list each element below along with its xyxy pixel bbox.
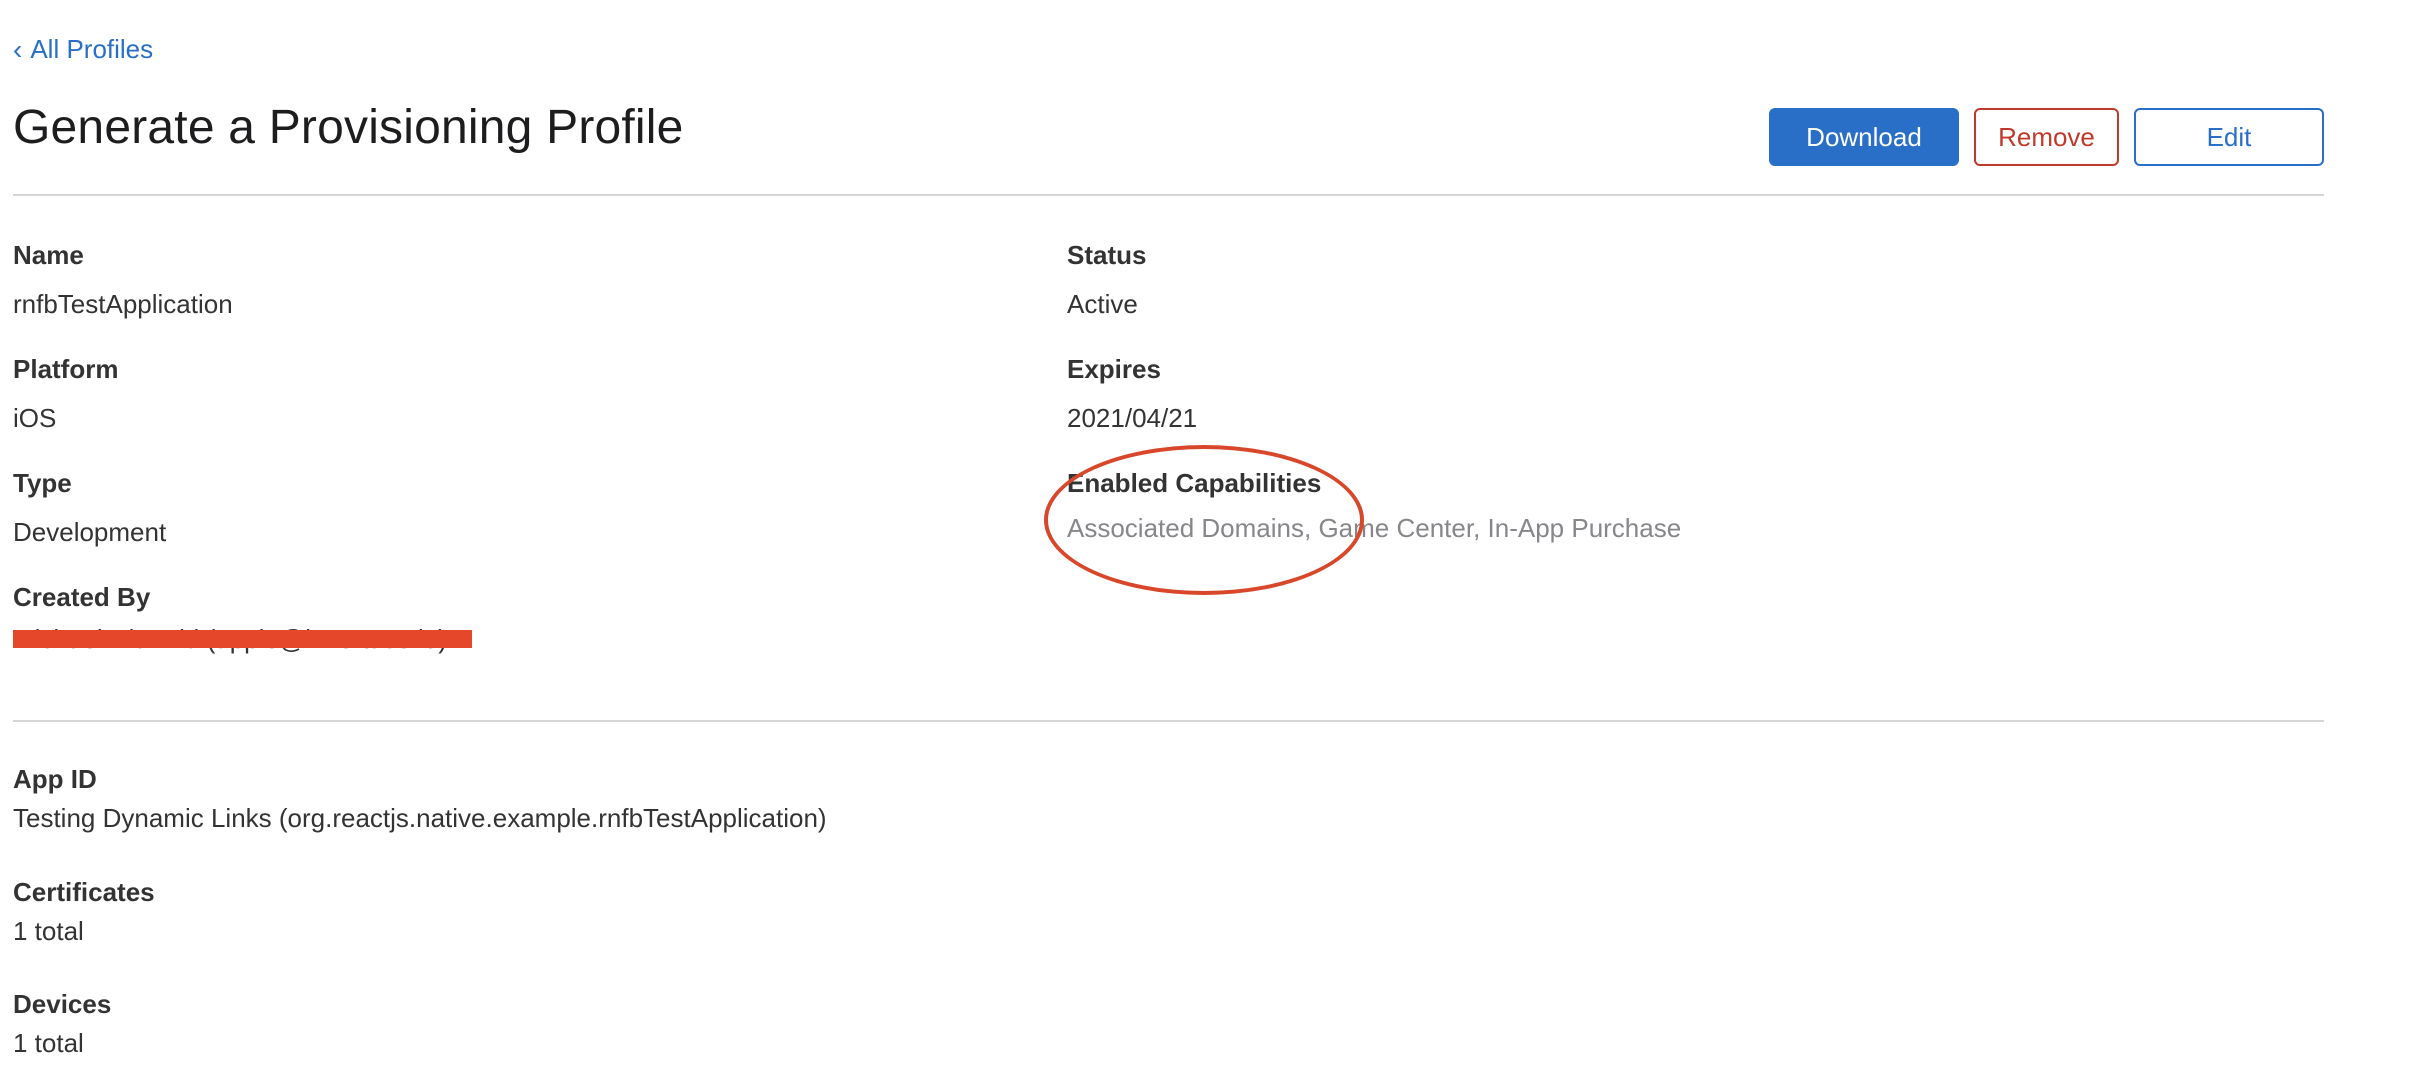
field-devices: Devices 1 total [13,989,111,1059]
field-status: Status Active [1067,240,1146,320]
chevron-left-icon: ‹ [13,33,23,65]
field-name: Name rnfbTestApplication [13,240,233,320]
field-certificates-value: 1 total [13,916,84,946]
header-divider [13,194,2324,196]
remove-button[interactable]: Remove [1974,108,2119,166]
field-platform-label: Platform [13,354,119,384]
field-status-value: Active [1067,289,1138,319]
field-app-id-value: Testing Dynamic Links (org.reactjs.nativ… [13,803,827,833]
field-capabilities: Enabled Capabilities Associated Domains,… [1067,468,1681,544]
field-app-id: App ID Testing Dynamic Links (org.reactj… [13,764,827,834]
field-platform-value: iOS [13,403,57,433]
page-title: Generate a Provisioning Profile [13,101,684,154]
redaction-bar [13,630,472,648]
back-link-all-profiles[interactable]: ‹ All Profiles [13,34,153,65]
field-devices-label: Devices [13,989,112,1019]
edit-button[interactable]: Edit [2134,108,2324,166]
field-expires-value: 2021/04/21 [1067,403,1198,433]
back-link-label: All Profiles [30,34,154,64]
field-expires-label: Expires [1067,354,1161,384]
download-button[interactable]: Download [1769,108,1959,166]
field-capabilities-label: Enabled Capabilities [1067,468,1322,498]
field-app-id-label: App ID [13,764,97,794]
field-certificates-label: Certificates [13,877,155,907]
field-devices-value: 1 total [13,1028,84,1058]
field-type: Type Development [13,468,166,548]
field-name-value: rnfbTestApplication [13,289,233,319]
field-type-value: Development [13,517,167,547]
field-expires: Expires 2021/04/21 [1067,354,1197,434]
profile-page: ‹ All Profiles Generate a Provisioning P… [13,0,2324,1084]
field-type-label: Type [13,468,72,498]
field-created-by-label: Created By [13,582,151,612]
action-buttons: Download Remove Edit [1769,108,2324,166]
section-divider [13,720,2324,722]
field-capabilities-value: Associated Domains, Game Center, In-App … [1067,513,1682,543]
field-certificates: Certificates 1 total [13,877,155,947]
field-created-by: Created By [13,582,150,613]
field-status-label: Status [1067,240,1147,270]
field-platform: Platform iOS [13,354,118,434]
field-name-label: Name [13,240,84,270]
